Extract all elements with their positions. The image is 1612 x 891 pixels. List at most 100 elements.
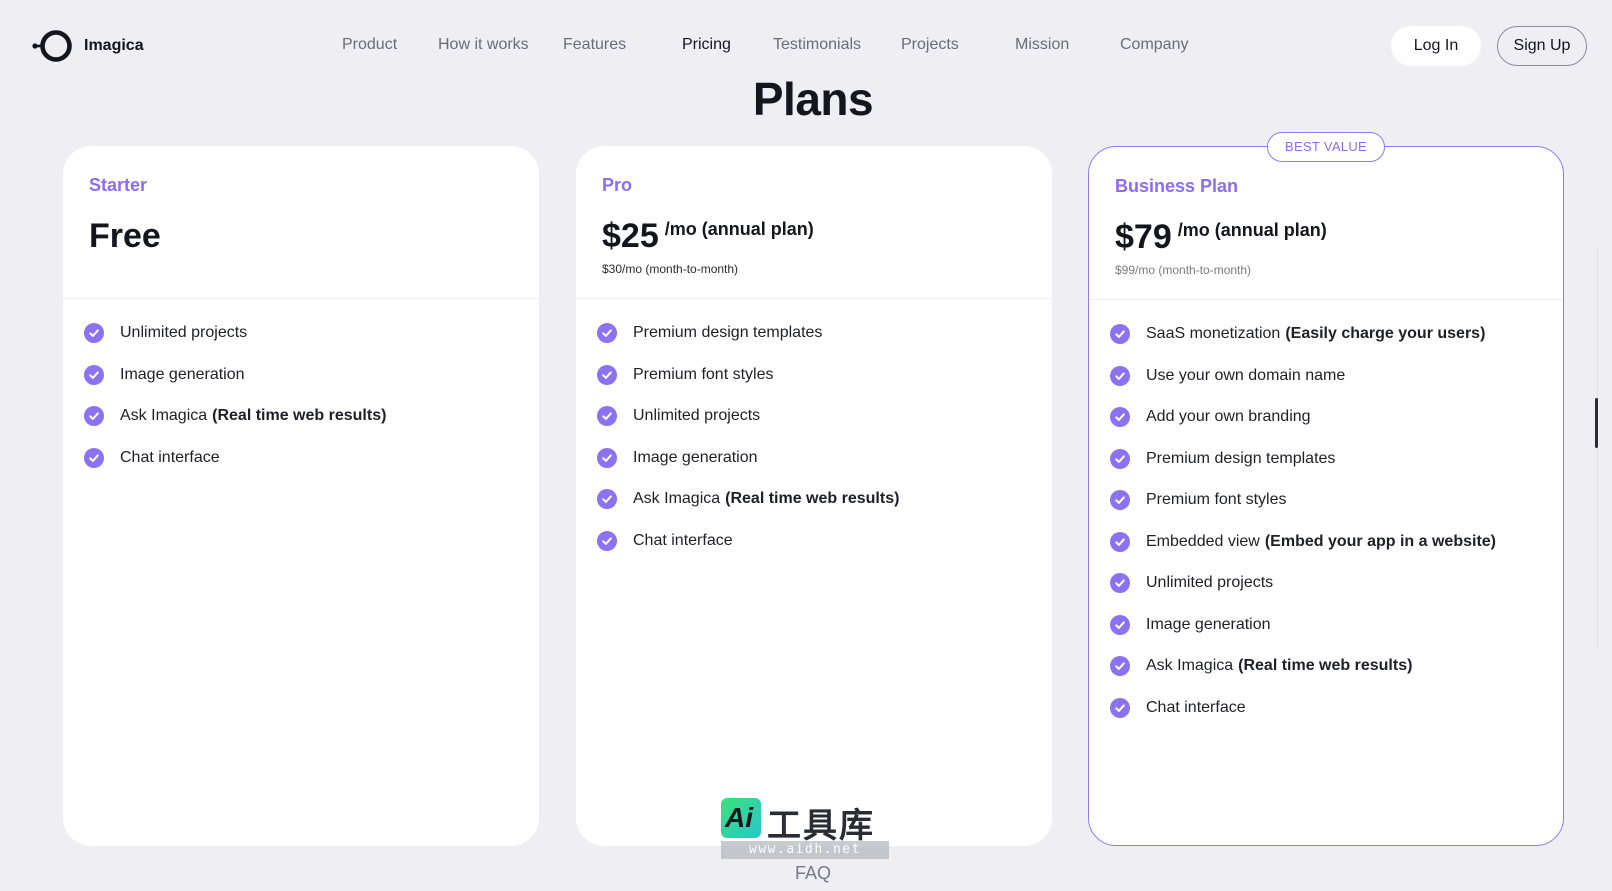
feature-text: Embedded view	[1146, 532, 1260, 550]
feature-item: Premium design templates	[1110, 448, 1496, 469]
check-circle-icon	[1110, 697, 1130, 718]
plan-header: Starter Free	[63, 146, 539, 299]
nav-how-it-works[interactable]: How it works	[438, 36, 529, 54]
plan-price: $25	[602, 217, 659, 255]
feature-text: Use your own domain name	[1146, 366, 1346, 384]
watermark-text: 工具库	[767, 807, 875, 845]
feature-item: SaaS monetization (Easily charge your use…	[1110, 324, 1496, 344]
feature-text: Image generation	[1146, 615, 1271, 633]
check-circle-icon	[84, 364, 104, 385]
plan-name: Starter	[89, 175, 148, 195]
feature-text: Premium design templates	[633, 324, 823, 341]
feature-text: Unlimited projects	[1146, 574, 1274, 591]
price-unit: /mo (annual plan)	[664, 219, 814, 239]
feature-text: Ask Imagica	[120, 407, 208, 424]
nav-product[interactable]: Product	[342, 36, 397, 54]
check-circle-icon	[1110, 656, 1130, 676]
feature-list: Premium design templates Premium font st…	[597, 323, 899, 572]
check-circle-icon	[597, 447, 617, 468]
feature-text: Chat interface	[633, 531, 733, 549]
check-circle-icon	[597, 530, 617, 551]
feature-item: Unlimited projects	[597, 406, 899, 426]
nav-projects[interactable]: Projects	[901, 36, 959, 54]
feature-emphasis: (Real time web results)	[1238, 657, 1413, 674]
feature-item: Chat interface	[1110, 697, 1496, 718]
check-circle-icon	[84, 406, 104, 426]
feature-item: Unlimited projects	[84, 323, 386, 343]
feature-item: Ask Imagica (Real time web results)	[597, 489, 899, 509]
feature-text: Premium design templates	[1146, 449, 1336, 467]
nav-company[interactable]: Company	[1120, 36, 1188, 54]
feature-emphasis: (Real time web results)	[212, 407, 387, 424]
plan-card-starter: Starter Free Unlimited projects Image ge…	[63, 146, 539, 846]
feature-text: Premium font styles	[633, 365, 774, 383]
feature-text: Chat interface	[1146, 698, 1246, 716]
plan-price: $79	[1115, 218, 1172, 256]
price-subtext: $30/mo (month-to-month)	[602, 262, 739, 276]
scrollbar-track[interactable]	[1597, 248, 1598, 648]
feature-list: Unlimited projects Image generation Ask …	[84, 323, 386, 489]
feature-item: Chat interface	[597, 530, 899, 551]
feature-emphasis: (Embed your app in a website)	[1264, 532, 1496, 550]
check-circle-icon	[597, 364, 617, 385]
feature-text: Image generation	[120, 365, 245, 383]
feature-emphasis: (Real time web results)	[725, 490, 900, 507]
feature-item: Image generation	[84, 364, 386, 385]
scrollbar-thumb[interactable]	[1595, 398, 1598, 448]
check-circle-icon	[84, 323, 104, 343]
check-circle-icon	[1110, 324, 1130, 344]
plan-name: Pro	[602, 175, 633, 195]
feature-item: Add your own branding	[1110, 407, 1496, 427]
feature-list: SaaS monetization (Easily charge your use…	[1110, 324, 1496, 739]
price-row: Free	[89, 216, 161, 256]
check-circle-icon	[1110, 573, 1130, 593]
nav-pricing[interactable]: Pricing	[682, 36, 731, 54]
page-title: Plans	[752, 73, 874, 125]
feature-text: Image generation	[633, 448, 758, 466]
feature-item: Image generation	[1110, 614, 1496, 635]
log-in-button[interactable]: Log In	[1391, 26, 1481, 66]
feature-text: Unlimited projects	[120, 324, 248, 341]
feature-item: Ask Imagica (Real time web results)	[1110, 656, 1496, 676]
feature-item: Chat interface	[84, 447, 386, 468]
price-row: $25 /mo (annual plan)	[602, 216, 814, 256]
brand-name: Imagica	[84, 37, 144, 54]
feature-item: Premium font styles	[597, 364, 899, 385]
feature-text: Ask Imagica	[633, 490, 721, 507]
check-circle-icon	[597, 406, 617, 426]
feature-text: Add your own branding	[1146, 408, 1311, 425]
ring-logo-icon	[32, 30, 72, 62]
check-circle-icon	[597, 489, 617, 509]
feature-item: Premium font styles	[1110, 490, 1496, 510]
feature-item: Ask Imagica (Real time web results)	[84, 406, 386, 426]
price-unit: /mo (annual plan)	[1177, 220, 1327, 240]
feature-text: Chat interface	[120, 448, 220, 466]
watermark-ai-text: Ai	[725, 802, 753, 833]
feature-item: Unlimited projects	[1110, 573, 1496, 593]
plan-price: Free	[89, 217, 161, 255]
watermark: Ai 工具库 www.aidh.net	[721, 798, 889, 862]
feature-text: Ask Imagica	[1146, 657, 1234, 674]
check-circle-icon	[1110, 448, 1130, 469]
check-circle-icon	[1110, 614, 1130, 635]
plan-card-business: BEST VALUE Business Plan $79 /mo (annual…	[1088, 132, 1564, 846]
check-circle-icon	[1110, 407, 1130, 427]
feature-text: SaaS monetization	[1146, 325, 1281, 342]
nav-testimonials[interactable]: Testimonials	[773, 36, 861, 54]
check-circle-icon	[597, 323, 617, 343]
faq-link[interactable]: FAQ	[0, 863, 1612, 884]
feature-text: Premium font styles	[1146, 491, 1287, 508]
nav-mission[interactable]: Mission	[1015, 36, 1069, 54]
feature-emphasis: (Easily charge your users)	[1285, 325, 1486, 342]
price-subtext: $99/mo (month-to-month)	[1115, 263, 1252, 277]
plan-name: Business Plan	[1115, 176, 1239, 196]
nav-features[interactable]: Features	[563, 36, 626, 54]
feature-item: Premium design templates	[597, 323, 899, 343]
plan-header: Pro $25 /mo (annual plan) $30/mo (month-…	[576, 146, 1052, 299]
feature-item: Embedded view (Embed your app in a websit…	[1110, 531, 1496, 552]
check-circle-icon	[1110, 365, 1130, 386]
sign-up-button[interactable]: Sign Up	[1497, 26, 1587, 66]
feature-item: Use your own domain name	[1110, 365, 1496, 386]
pricing-page: Imagica Product How it works Features Pr…	[0, 0, 1612, 891]
brand-logo-link[interactable]: Imagica	[30, 28, 144, 64]
